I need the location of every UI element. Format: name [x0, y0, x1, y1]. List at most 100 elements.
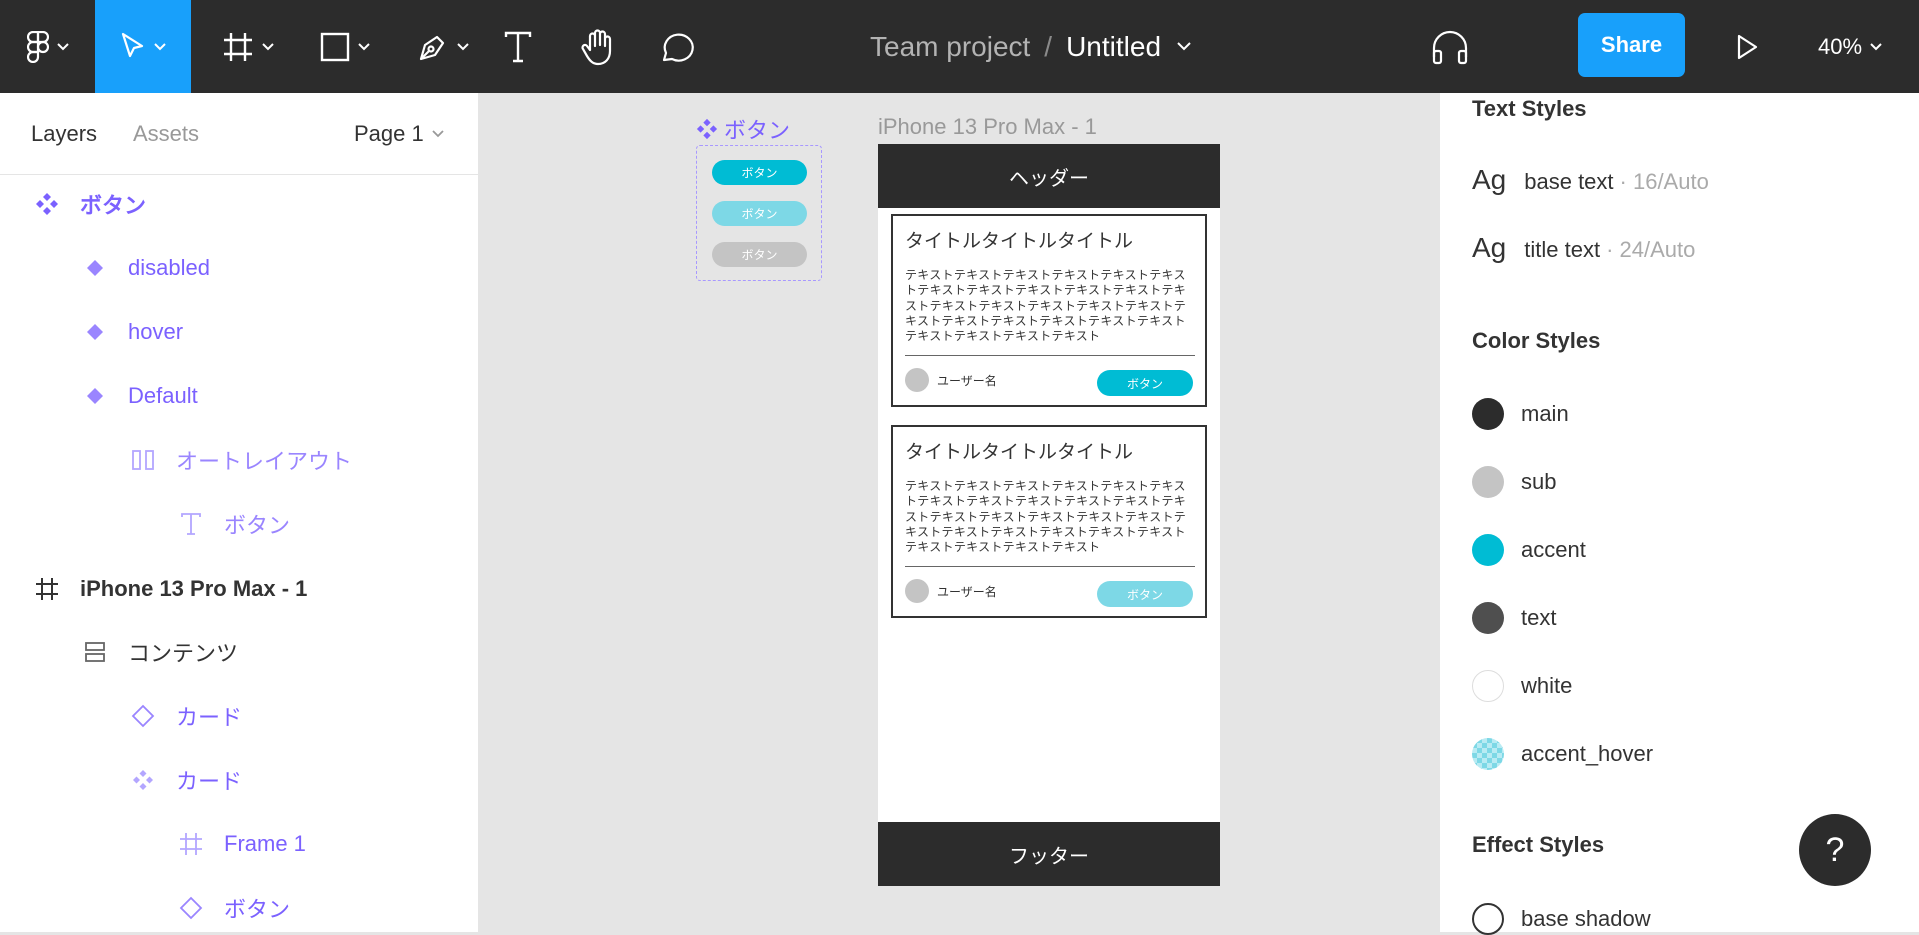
instance-icon	[176, 893, 206, 923]
color-style-name: sub	[1521, 469, 1557, 494]
chevron-down-icon	[1870, 42, 1882, 50]
layer-label: ボタン	[224, 513, 291, 538]
layer-row[interactable]: iPhone 13 Pro Max - 1	[32, 569, 307, 609]
layer-row[interactable]: ボタン	[32, 184, 146, 224]
layer-label: コンテンツ	[128, 641, 239, 666]
card-button[interactable]: ボタン	[1097, 370, 1193, 396]
chevron-down-icon	[262, 42, 274, 50]
color-swatch	[1472, 534, 1504, 566]
component-set-label[interactable]: ボタン	[696, 113, 790, 145]
text-style-name: base text	[1524, 169, 1614, 194]
frame-tool-icon	[224, 32, 252, 61]
avatar	[905, 368, 929, 392]
color-style-item[interactable]: text	[1472, 602, 1556, 634]
color-style-name: main	[1521, 401, 1569, 426]
layer-row[interactable]: hover	[80, 312, 183, 352]
page-name: Page 1	[354, 121, 424, 146]
layer-label: カード	[176, 769, 243, 794]
share-button[interactable]: Share	[1578, 13, 1685, 77]
card[interactable]: タイトルタイトルタイトル テキストテキストテキストテキストテキストテキストテキス…	[891, 214, 1207, 407]
audio-button[interactable]	[1427, 0, 1473, 93]
color-style-item[interactable]: accent	[1472, 534, 1586, 566]
component-icon	[128, 765, 158, 795]
card-title: タイトルタイトルタイトル	[905, 231, 1134, 252]
effect-style-item[interactable]: base shadow	[1472, 903, 1651, 935]
variant-icon	[80, 381, 110, 411]
card-body: テキストテキストテキストテキストテキストテキストテキストテキストテキストテキスト…	[905, 268, 1187, 344]
layer-label: Default	[128, 383, 198, 408]
layer-row[interactable]: カード	[128, 760, 242, 800]
layer-row[interactable]: Default	[80, 376, 198, 416]
toolbar: Team project / Untitled Share 40%	[0, 0, 1919, 93]
frame-icon	[32, 574, 62, 604]
component-set-frame[interactable]: ボタン ボタン ボタン	[696, 145, 822, 281]
phone-header[interactable]: ヘッダー	[878, 144, 1220, 208]
color-style-item[interactable]: sub	[1472, 466, 1556, 498]
text-style-item[interactable]: Ag title text · 24/Auto	[1472, 232, 1695, 264]
variant-hover-button[interactable]: ボタン	[712, 201, 807, 226]
present-play-icon	[1737, 34, 1758, 59]
card-user-name: ユーザー名	[937, 374, 997, 388]
card-button[interactable]: ボタン	[1097, 581, 1193, 607]
tab-layers[interactable]: Layers	[31, 121, 97, 147]
color-style-item[interactable]: main	[1472, 398, 1569, 430]
chevron-down-icon[interactable]	[1177, 42, 1191, 51]
card[interactable]: タイトルタイトルタイトル テキストテキストテキストテキストテキストテキストテキス…	[891, 425, 1207, 618]
text-layer-icon	[176, 509, 206, 539]
layer-label: iPhone 13 Pro Max - 1	[80, 576, 308, 601]
layer-label: ボタン	[224, 897, 291, 922]
zoom-menu[interactable]: 40%	[1818, 0, 1882, 93]
move-tool-icon	[121, 32, 144, 57]
color-style-name: white	[1521, 673, 1573, 698]
iphone-frame[interactable]: ヘッダー タイトルタイトルタイトル テキストテキストテキストテキストテキストテキ…	[878, 144, 1220, 886]
variant-default-button[interactable]: ボタン	[712, 160, 807, 185]
file-name[interactable]: Untitled	[1066, 31, 1161, 63]
frame-icon	[176, 829, 206, 859]
figma-menu-icon	[27, 30, 49, 63]
variant-disabled-button[interactable]: ボタン	[712, 242, 807, 267]
text-style-item[interactable]: Ag base text · 16/Auto	[1472, 164, 1709, 196]
text-tool-button[interactable]	[497, 0, 539, 93]
layer-label: Frame 1	[224, 831, 306, 856]
comment-tool-button[interactable]	[654, 0, 700, 93]
panel-tabs: Layers Assets Page 1	[0, 93, 478, 175]
color-style-name: text	[1521, 605, 1557, 630]
layer-label: disabled	[128, 255, 210, 280]
shape-tool-button[interactable]	[310, 0, 380, 93]
color-swatch	[1472, 670, 1504, 702]
instance-icon	[128, 701, 158, 731]
layer-row[interactable]: ボタン	[176, 504, 290, 544]
card-user-name: ユーザー名	[937, 585, 997, 599]
help-button[interactable]: ?	[1799, 814, 1871, 886]
chevron-down-icon	[358, 42, 370, 50]
shape-tool-icon	[320, 32, 350, 61]
layer-row[interactable]: オートレイアウト	[128, 440, 352, 480]
hand-tool-icon	[581, 28, 612, 65]
layer-row[interactable]: カード	[128, 696, 242, 736]
pen-tool-button[interactable]	[408, 0, 478, 93]
main-menu-button[interactable]	[18, 0, 78, 93]
tab-assets[interactable]: Assets	[133, 121, 199, 147]
variant-icon	[80, 253, 110, 283]
move-tool-button[interactable]	[95, 0, 191, 93]
text-tool-icon	[504, 31, 532, 62]
color-style-item[interactable]: accent_hover	[1472, 738, 1653, 770]
hand-tool-button[interactable]	[575, 0, 621, 93]
layer-row[interactable]: disabled	[80, 248, 210, 288]
text-style-meta: · 24/Auto	[1606, 237, 1696, 262]
text-style-meta: · 16/Auto	[1619, 169, 1709, 194]
frame-tool-button[interactable]	[213, 0, 283, 93]
layer-label: ボタン	[80, 193, 147, 218]
card-divider	[905, 355, 1195, 356]
layer-row[interactable]: ボタン	[176, 888, 290, 928]
project-name[interactable]: Team project	[870, 31, 1030, 63]
layer-row[interactable]: コンテンツ	[80, 632, 238, 672]
auto-layout-vertical-icon	[80, 637, 110, 667]
chevron-down-icon	[457, 42, 469, 50]
frame-label[interactable]: iPhone 13 Pro Max - 1	[878, 114, 1097, 140]
phone-footer[interactable]: フッター	[878, 822, 1220, 886]
layer-row[interactable]: Frame 1	[176, 824, 306, 864]
color-style-item[interactable]: white	[1472, 670, 1572, 702]
present-button[interactable]	[1732, 0, 1762, 93]
page-selector[interactable]: Page 1	[354, 121, 444, 147]
